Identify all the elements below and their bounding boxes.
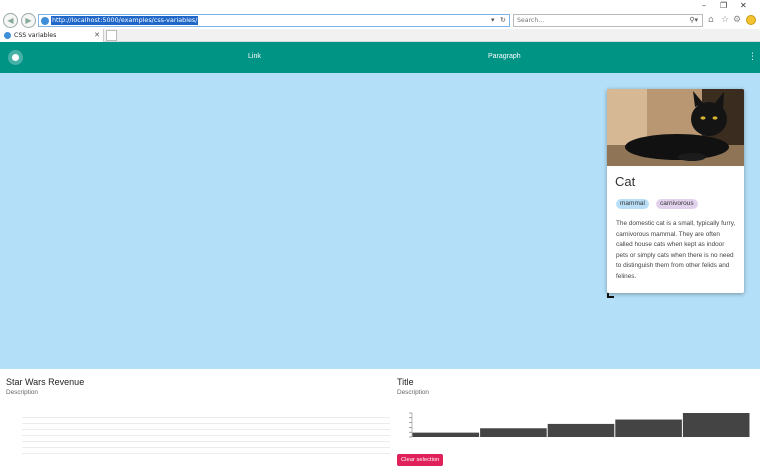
- cat-photo: [607, 89, 744, 166]
- search-box[interactable]: ⚲▾: [513, 14, 703, 27]
- star-icon[interactable]: ☆: [721, 15, 729, 25]
- search-input[interactable]: [517, 16, 677, 25]
- empty-chart-gridlines: [22, 417, 390, 457]
- panel-description: Description: [6, 389, 38, 396]
- star-wars-revenue-panel: Star Wars Revenue Description: [0, 369, 390, 475]
- gear-icon[interactable]: ⚙: [733, 15, 741, 25]
- bar-3[interactable]: [547, 423, 615, 437]
- hero-section: Cat mammal carnivorous The domestic cat …: [0, 73, 760, 369]
- card-title: Cat: [615, 174, 636, 189]
- window-titlebar: – ❐ ✕: [0, 0, 760, 12]
- search-icon[interactable]: ⚲▾: [689, 16, 698, 25]
- address-bar-row: ◀ ▶ http://localhost:5000/examples/css-v…: [0, 12, 760, 29]
- smiley-icon[interactable]: [746, 15, 756, 25]
- tab-close-icon[interactable]: ✕: [94, 30, 100, 40]
- more-menu-icon[interactable]: ⋮: [748, 51, 757, 63]
- tag-chip-carnivorous[interactable]: carnivorous: [656, 199, 698, 209]
- bar-4[interactable]: [615, 419, 682, 437]
- tab-title: CSS variables: [14, 32, 57, 39]
- bar-1[interactable]: [412, 432, 480, 437]
- back-icon[interactable]: ◀: [3, 13, 18, 28]
- tab-css-variables[interactable]: CSS variables ✕: [0, 29, 104, 42]
- title-chart-panel: Title Description Clear selection: [391, 369, 760, 475]
- cat-illustration: [607, 89, 744, 166]
- address-bar[interactable]: http://localhost:5000/examples/css-varia…: [38, 14, 510, 27]
- tab-favicon-icon: [4, 32, 11, 39]
- site-favicon-icon: [41, 17, 49, 25]
- restore-icon[interactable]: ❐: [720, 2, 727, 10]
- clear-selection-button[interactable]: Clear selection: [397, 454, 444, 466]
- logo-icon[interactable]: [8, 50, 23, 65]
- resize-corner: [607, 293, 614, 298]
- panel-title: Title: [397, 377, 414, 387]
- refresh-icon[interactable]: ↻: [500, 16, 506, 25]
- panel-description: Description: [397, 389, 429, 396]
- nav-link-link[interactable]: Link: [248, 52, 261, 62]
- panel-title: Star Wars Revenue: [6, 377, 85, 387]
- card-description: The domestic cat is a small, typically f…: [616, 220, 736, 280]
- address-url[interactable]: http://localhost:5000/examples/css-varia…: [51, 16, 199, 25]
- close-icon[interactable]: ✕: [740, 2, 747, 10]
- forward-icon[interactable]: ▶: [21, 13, 36, 28]
- bar-5[interactable]: [682, 413, 750, 437]
- dropdown-icon[interactable]: ▾: [491, 16, 495, 25]
- animal-card: Cat mammal carnivorous The domestic cat …: [607, 89, 744, 293]
- tag-chip-mammal[interactable]: mammal: [616, 199, 649, 209]
- minimize-icon[interactable]: –: [702, 2, 706, 10]
- tab-strip: CSS variables ✕: [0, 29, 760, 42]
- bar-2[interactable]: [480, 428, 547, 437]
- bar-chart: [409, 412, 750, 438]
- app-bar: Link Paragraph ⋮: [0, 42, 760, 73]
- home-icon[interactable]: ⌂: [708, 15, 714, 25]
- nav-link-paragraph[interactable]: Paragraph: [488, 52, 521, 62]
- new-tab-button[interactable]: [106, 30, 117, 41]
